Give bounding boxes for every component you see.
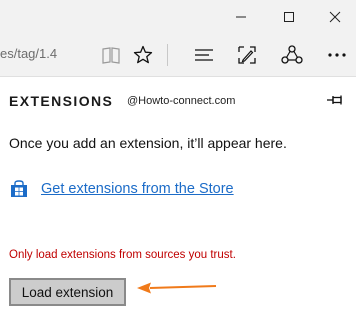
annotation-arrow-icon: [137, 282, 217, 294]
minimize-icon: [236, 16, 246, 18]
extensions-panel: EXTENSIONS @Howto-connect.com Once you a…: [0, 77, 356, 315]
watermark: @Howto-connect.com: [127, 95, 236, 107]
share-icon: [281, 45, 303, 64]
more-icon: [328, 53, 346, 57]
address-bar[interactable]: es/tag/1.4: [0, 46, 57, 61]
minimize-button[interactable]: [218, 2, 264, 32]
pin-icon: [327, 95, 342, 105]
browser-toolbar: es/tag/1.4: [0, 34, 356, 77]
web-note-icon: [238, 46, 256, 64]
reading-view-icon: [102, 47, 120, 64]
reading-view-button[interactable]: [93, 34, 129, 76]
favorite-star-icon: [133, 45, 153, 64]
empty-message: Once you add an extension, it’ll appear …: [9, 135, 287, 151]
close-icon: [329, 11, 341, 23]
share-button[interactable]: [274, 34, 310, 76]
trust-warning: Only load extensions from sources you tr…: [9, 249, 236, 261]
hub-icon: [195, 49, 213, 61]
store-link[interactable]: Get extensions from the Store: [41, 181, 234, 197]
title-bar: [0, 0, 356, 34]
favorite-button[interactable]: [125, 34, 161, 76]
hub-button[interactable]: [186, 34, 222, 76]
load-extension-button[interactable]: Load extension: [9, 278, 126, 306]
more-button[interactable]: [319, 34, 355, 76]
pin-panel-button[interactable]: [324, 91, 346, 109]
panel-title: EXTENSIONS: [9, 93, 114, 109]
toolbar-separator: [167, 44, 168, 66]
windows-store-icon: [11, 180, 27, 197]
web-note-button[interactable]: [229, 34, 265, 76]
maximize-button[interactable]: [266, 2, 312, 32]
close-button[interactable]: [312, 2, 356, 32]
maximize-icon: [284, 12, 294, 22]
